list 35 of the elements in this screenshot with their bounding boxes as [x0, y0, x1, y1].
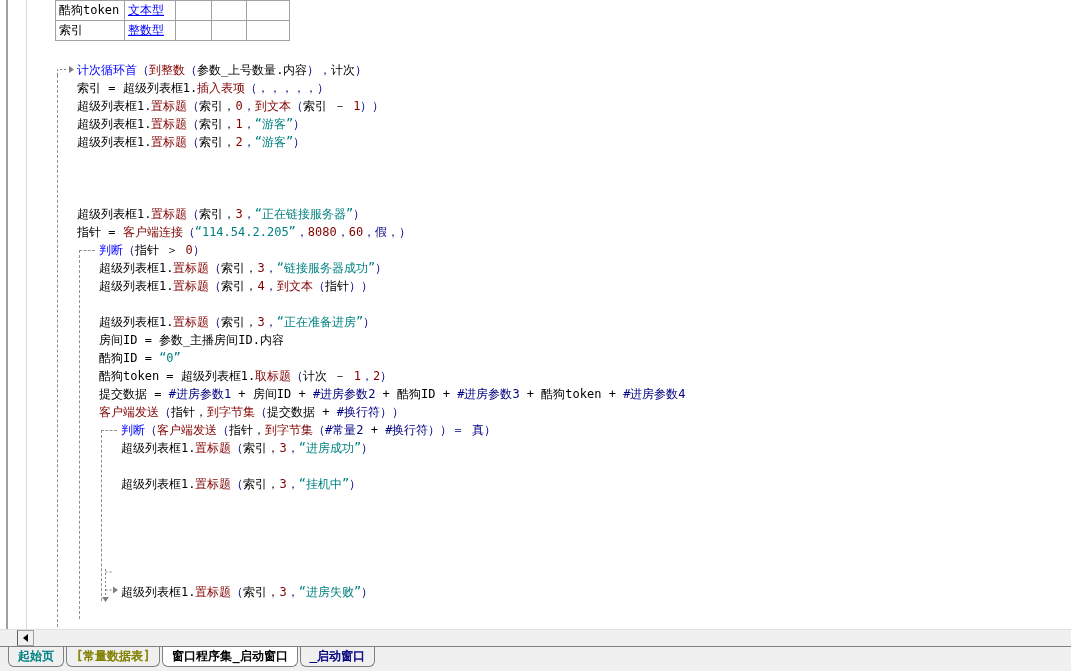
branch-connector — [79, 249, 95, 251]
loop-arrow-icon — [55, 65, 75, 75]
code-line: 超级列表框1.置标题（索引，3，“进房失败”） — [121, 584, 374, 601]
variable-type-link[interactable]: 文本型 — [124, 0, 176, 21]
variable-type-link[interactable]: 整数型 — [124, 20, 176, 41]
editor-tab[interactable]: [常量数据表] — [66, 647, 161, 667]
code-line: 酷狗ID = “0” — [99, 350, 181, 367]
scroll-left-button[interactable] — [17, 630, 34, 646]
code-line: 判断（指针 ＞ 0） — [99, 242, 205, 259]
code-line: 客户端发送（指针，到字节集（提交数据 + #换行符）） — [99, 404, 404, 421]
branch-connector — [101, 429, 117, 431]
code-line: 超级列表框1.置标题（索引，3，“链接服务器成功”） — [99, 260, 388, 277]
editor-tab[interactable]: _启动窗口 — [299, 647, 375, 667]
code-line: 房间ID = 参数_主播房间ID.内容 — [99, 332, 285, 349]
code-line: 超级列表框1.置标题（索引，3，“正在准备进房”） — [99, 314, 376, 331]
code-line: 计次循环首（到整数（参数_上号数量.内容），计次） — [77, 62, 368, 79]
code-line: 超级列表框1.置标题（索引，1，“游客”） — [77, 116, 306, 133]
code-line: 超级列表框1.置标题（索引，3，“挂机中”） — [121, 476, 362, 493]
editor-tab[interactable]: 窗口程序集_启动窗口 — [162, 647, 298, 667]
code-line: 指针 = 客户端连接（“114.54.2.205”，8080，60，假，） — [77, 224, 412, 241]
code-line: 超级列表框1.置标题（索引，3，“正在链接服务器”） — [77, 206, 366, 223]
code-line: 超级列表框1.置标题（索引，2，“游客”） — [77, 134, 306, 151]
code-line: 索引 = 超级列表框1.插入表项（，，，，，） — [77, 80, 330, 97]
code-line: 超级列表框1.置标题（索引，4，到文本（指针）） — [99, 278, 373, 295]
code-line: 超级列表框1.置标题（索引，3，“进房成功”） — [121, 440, 374, 457]
variable-name: 索引 — [55, 20, 125, 41]
left-arrow-icon — [22, 634, 29, 642]
code-line: 酷狗token = 超级列表框1.取标题（计次 － 1，2） — [99, 368, 393, 385]
code-line: 超级列表框1.置标题（索引，0，到文本（索引 － 1）） — [77, 98, 385, 115]
horizontal-scrollbar[interactable] — [0, 629, 1071, 646]
variable-name: 酷狗token — [55, 0, 125, 21]
editor-tab[interactable]: 起始页 — [8, 647, 64, 667]
code-line: 提交数据 = #进房参数1 + 房间ID + #进房参数2 + 酷狗ID + #进房参数3 + 酷狗token + #进房参数4 — [99, 386, 686, 403]
code-line: 判断（客户端发送（指针，到字节集（#常量2 + #换行符））＝ 真） — [121, 422, 496, 439]
else-arrow-icon — [101, 569, 119, 603]
